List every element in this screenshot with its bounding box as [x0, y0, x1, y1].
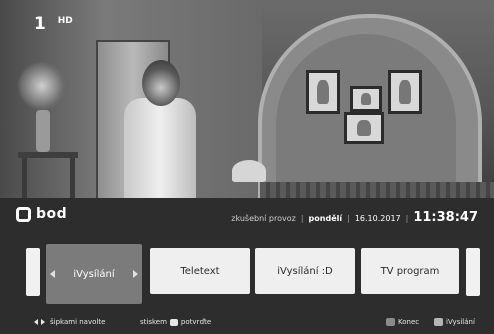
- menu-item-label: Teletext: [180, 265, 220, 277]
- hbbtv-overlay: bod zkušební provoz | pondělí | 16.10.20…: [0, 198, 494, 334]
- hint-ivysilani-text: iVysílání: [446, 318, 475, 326]
- menu-item-label: TV program: [380, 265, 440, 277]
- hint-ivysilani[interactable]: iVysílání: [434, 318, 475, 326]
- bod-logo-icon: [16, 207, 31, 222]
- menu-scroll-left[interactable]: [26, 248, 40, 296]
- scene-vase: [36, 110, 50, 152]
- menu-item-teletext[interactable]: Teletext: [150, 248, 250, 294]
- blue-button-icon: [434, 318, 443, 326]
- hint-navigate: šipkami navolte: [34, 318, 105, 326]
- hint-exit[interactable]: Konec: [386, 318, 419, 326]
- status-date: 16.10.2017: [354, 214, 401, 223]
- menu-item-ivysilani[interactable]: iVysílání: [46, 244, 142, 304]
- hint-navigate-text: šipkami navolte: [50, 318, 106, 326]
- scene-rail: [260, 182, 494, 198]
- status-day: pondělí: [308, 214, 343, 223]
- menu-item-ivysilani-d[interactable]: iVysílání :D: [255, 248, 355, 294]
- chevron-right-icon: [133, 270, 138, 278]
- menu-item-tv-program[interactable]: TV program: [361, 248, 459, 294]
- red-button-icon: [386, 318, 395, 326]
- scene-woman-body: [124, 98, 196, 198]
- menu-item-label: iVysílání :D: [277, 265, 333, 277]
- hint-exit-text: Konec: [398, 318, 420, 326]
- scene-flowers: [16, 62, 68, 110]
- status-separator: |: [405, 214, 409, 223]
- chevron-left-icon: [50, 270, 55, 278]
- channel-number: 1: [34, 14, 46, 34]
- scene-portrait-4: [344, 112, 384, 144]
- app-menu: iVysílání Teletext iVysílání :D TV progr…: [0, 244, 494, 304]
- scene-portrait-1: [306, 70, 340, 114]
- scene-woman-head: [142, 60, 180, 106]
- hint-confirm-prefix: stiskem: [140, 318, 167, 326]
- arrow-right-icon: [41, 319, 45, 325]
- brand-name: bod: [36, 206, 68, 222]
- hint-confirm: stiskem potvrďte: [140, 318, 211, 326]
- scene-portrait-3: [388, 70, 422, 114]
- tv-video-frame: 1 HD: [0, 0, 494, 198]
- ok-button-icon: [169, 318, 178, 326]
- channel-logo: 1 HD: [34, 14, 73, 34]
- scene-table-leg: [70, 158, 75, 198]
- remote-hints: šipkami navolte stiskem potvrďte Konec i…: [0, 316, 494, 330]
- menu-scroll-right[interactable]: [466, 248, 480, 296]
- channel-hd-badge: HD: [57, 16, 73, 26]
- status-separator: |: [347, 214, 350, 223]
- status-clock: 11:38:47: [413, 210, 478, 225]
- status-bar: zkušební provoz | pondělí | 16.10.2017 |…: [231, 210, 478, 225]
- scene-lamp: [232, 160, 266, 182]
- scene-table: [18, 152, 78, 158]
- arrow-left-icon: [34, 319, 38, 325]
- scene-table-leg: [22, 158, 27, 198]
- status-separator: |: [300, 214, 304, 223]
- menu-item-label: iVysílání: [73, 268, 115, 280]
- status-mode: zkušební provoz: [231, 214, 296, 223]
- scene-portrait-2: [350, 86, 382, 112]
- hint-confirm-suffix: potvrďte: [180, 318, 212, 326]
